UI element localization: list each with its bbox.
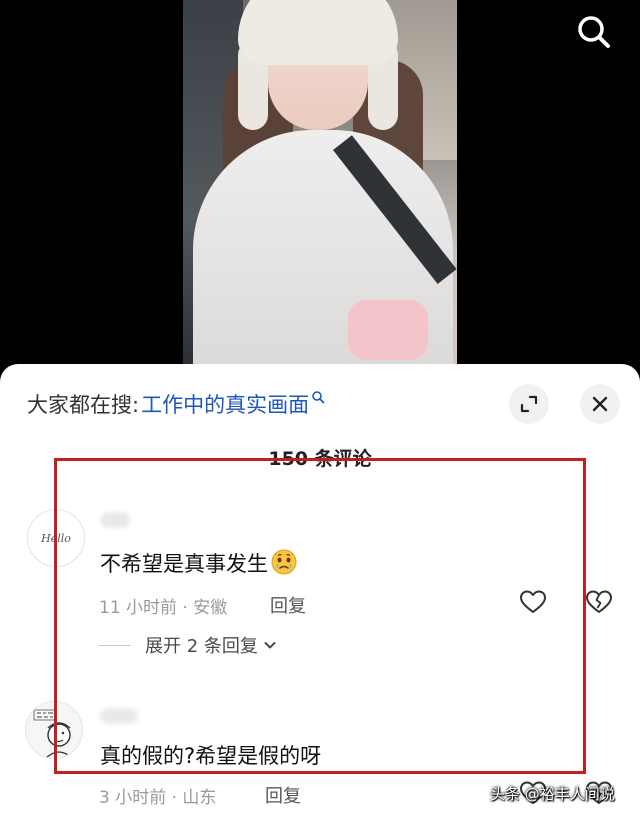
username-blurred[interactable] (100, 512, 130, 528)
comment-text: 不希望是真事发生 (100, 548, 298, 578)
comment-meta: 11 小时前 · 安徽 (99, 598, 228, 618)
video-player[interactable] (0, 0, 640, 372)
reply-button[interactable]: 回复 (265, 782, 301, 808)
broken-heart-icon (586, 590, 612, 613)
trending-search-prefix: 大家都在搜: (27, 393, 140, 417)
chevron-down-icon (264, 642, 276, 649)
close-button[interactable] (580, 384, 620, 424)
comment-count: 150 条评论 (268, 448, 372, 470)
comments-sheet: 大家都在搜: 工作中的真实画面 150 条评论 Hello 不希望是真事发生 1… (0, 364, 640, 818)
username-blurred[interactable] (100, 708, 138, 724)
heart-outline-icon (520, 590, 546, 613)
watermark: 头条 @裕丰人间说 (490, 785, 615, 803)
like-button[interactable] (518, 587, 548, 617)
avatar[interactable] (25, 701, 83, 759)
trending-search-term[interactable]: 工作中的真实画面 (141, 389, 309, 419)
avatar-text: Hello (41, 531, 71, 545)
search-icon (578, 16, 610, 48)
crying-face-emoji (271, 549, 297, 575)
comment-meta: 3 小时前 · 山东 (99, 788, 217, 808)
expand-button[interactable] (509, 384, 549, 424)
video-frame[interactable] (183, 0, 457, 364)
avatar[interactable]: Hello (27, 509, 85, 567)
comment-text: 真的假的?希望是假的呀 (100, 744, 322, 768)
reply-button[interactable]: 回复 (270, 592, 306, 618)
dislike-button[interactable] (584, 587, 614, 617)
search-button[interactable] (574, 12, 614, 52)
close-icon (592, 396, 608, 412)
expand-replies-button[interactable]: 展开 2 条回复 (99, 632, 278, 658)
comment-text-content: 不希望是真事发生 (100, 552, 268, 576)
trending-search[interactable]: 大家都在搜: 工作中的真实画面 (27, 386, 325, 422)
divider-line (99, 644, 131, 646)
sketch-avatar-image (33, 709, 73, 758)
search-icon (312, 391, 325, 404)
pink-bag (348, 300, 428, 360)
expand-icon (520, 395, 538, 413)
expand-replies-label: 展开 2 条回复 (145, 636, 258, 657)
knit-hat (238, 0, 398, 65)
